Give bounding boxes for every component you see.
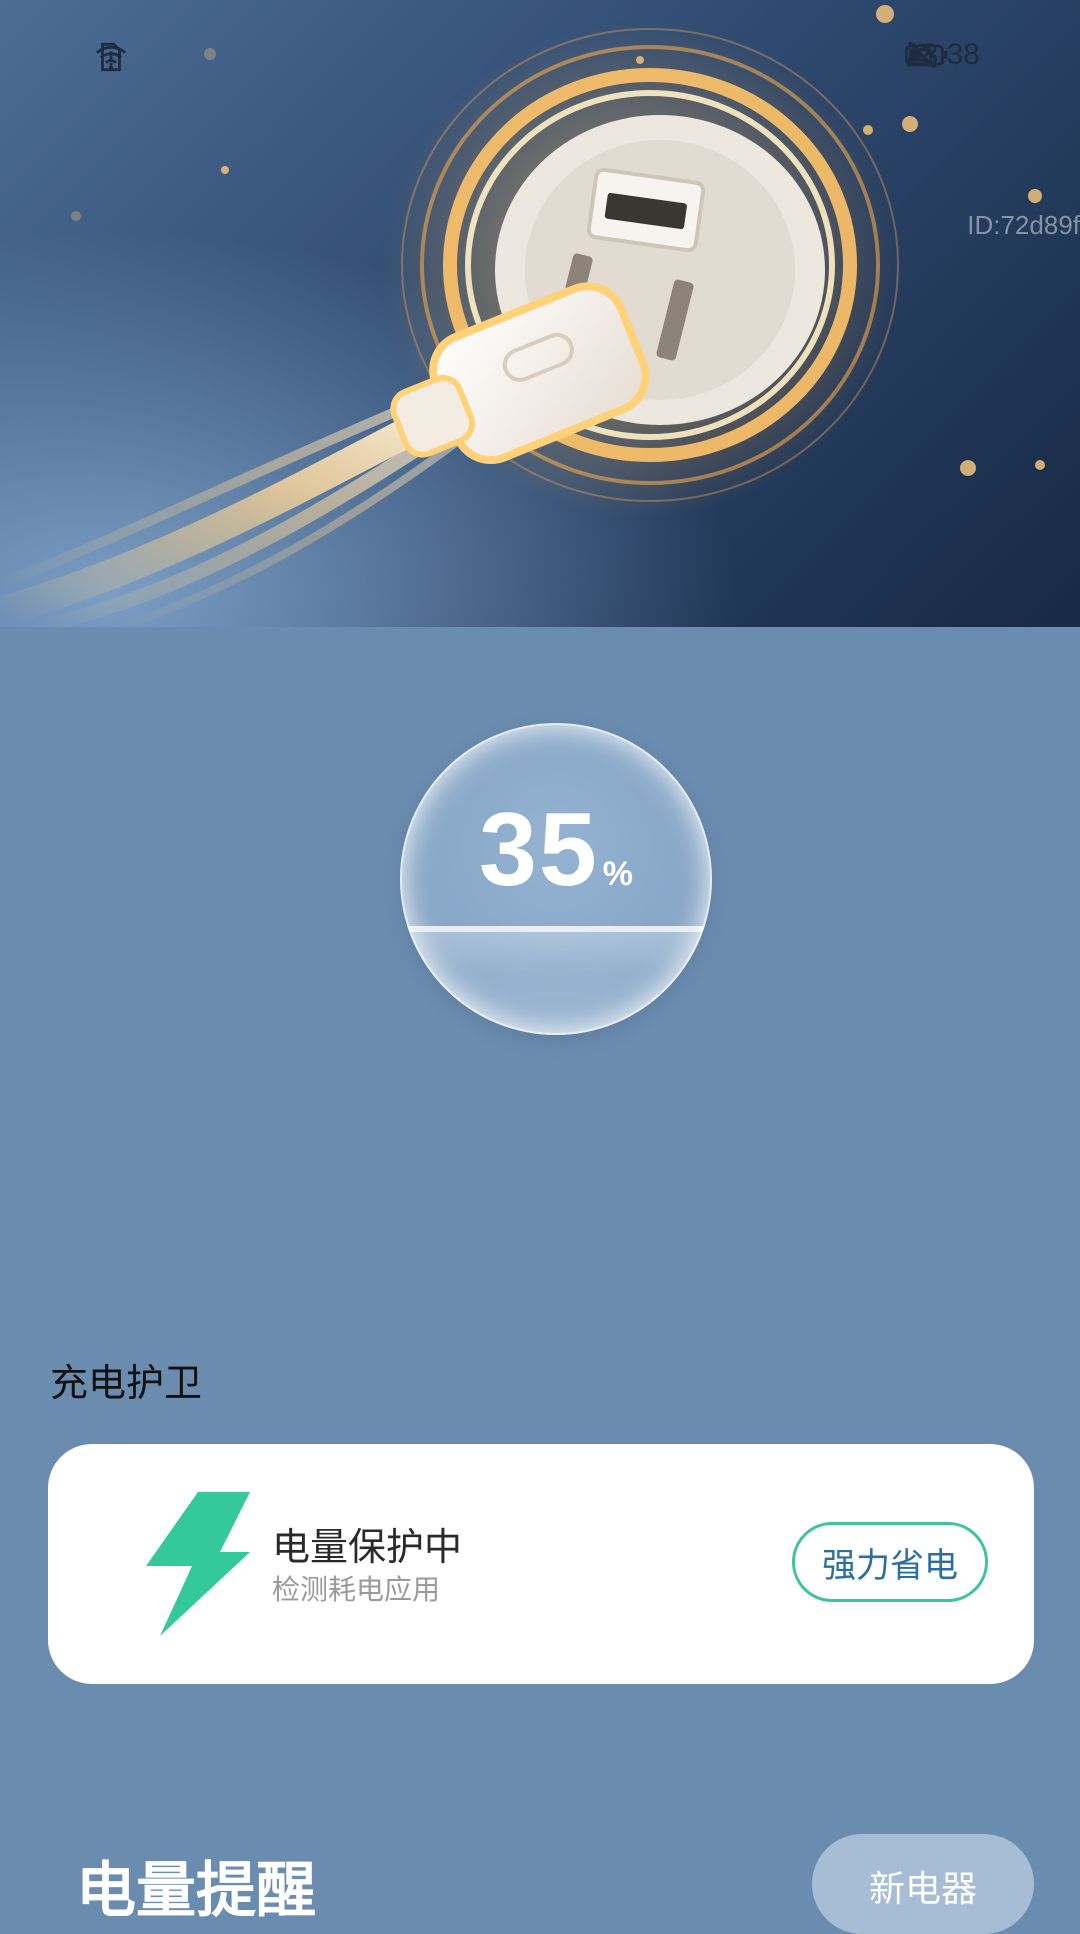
battery-protection-card[interactable]: 电量保护中 检测耗电应用 强力省电: [48, 1444, 1034, 1684]
lightning-bolt-icon: [146, 1492, 250, 1636]
battery-percentage: 35%: [400, 791, 712, 910]
battery-value: 35: [479, 792, 599, 908]
protection-status-title: 电量保护中: [272, 1525, 463, 1569]
battery-unit: %: [602, 855, 633, 893]
protection-status-subtitle: 检测耗电应用: [272, 1573, 441, 1606]
hero-banner: 13:38 ID:72d89f: [0, 0, 1080, 627]
battery-icon: [904, 44, 948, 66]
status-bar: 13:38: [0, 0, 1080, 110]
watermark-id: ID:72d89f: [967, 210, 1080, 240]
wifi-icon: [95, 45, 127, 70]
charge-guard-title: 充电护卫: [50, 1361, 203, 1405]
power-saving-button[interactable]: 强力省电: [792, 1522, 988, 1602]
new-appliance-button[interactable]: 新电器: [812, 1834, 1034, 1934]
battery-reminder-title: 电量提醒: [76, 1856, 316, 1926]
battery-level-orb: 35%: [400, 723, 712, 1035]
